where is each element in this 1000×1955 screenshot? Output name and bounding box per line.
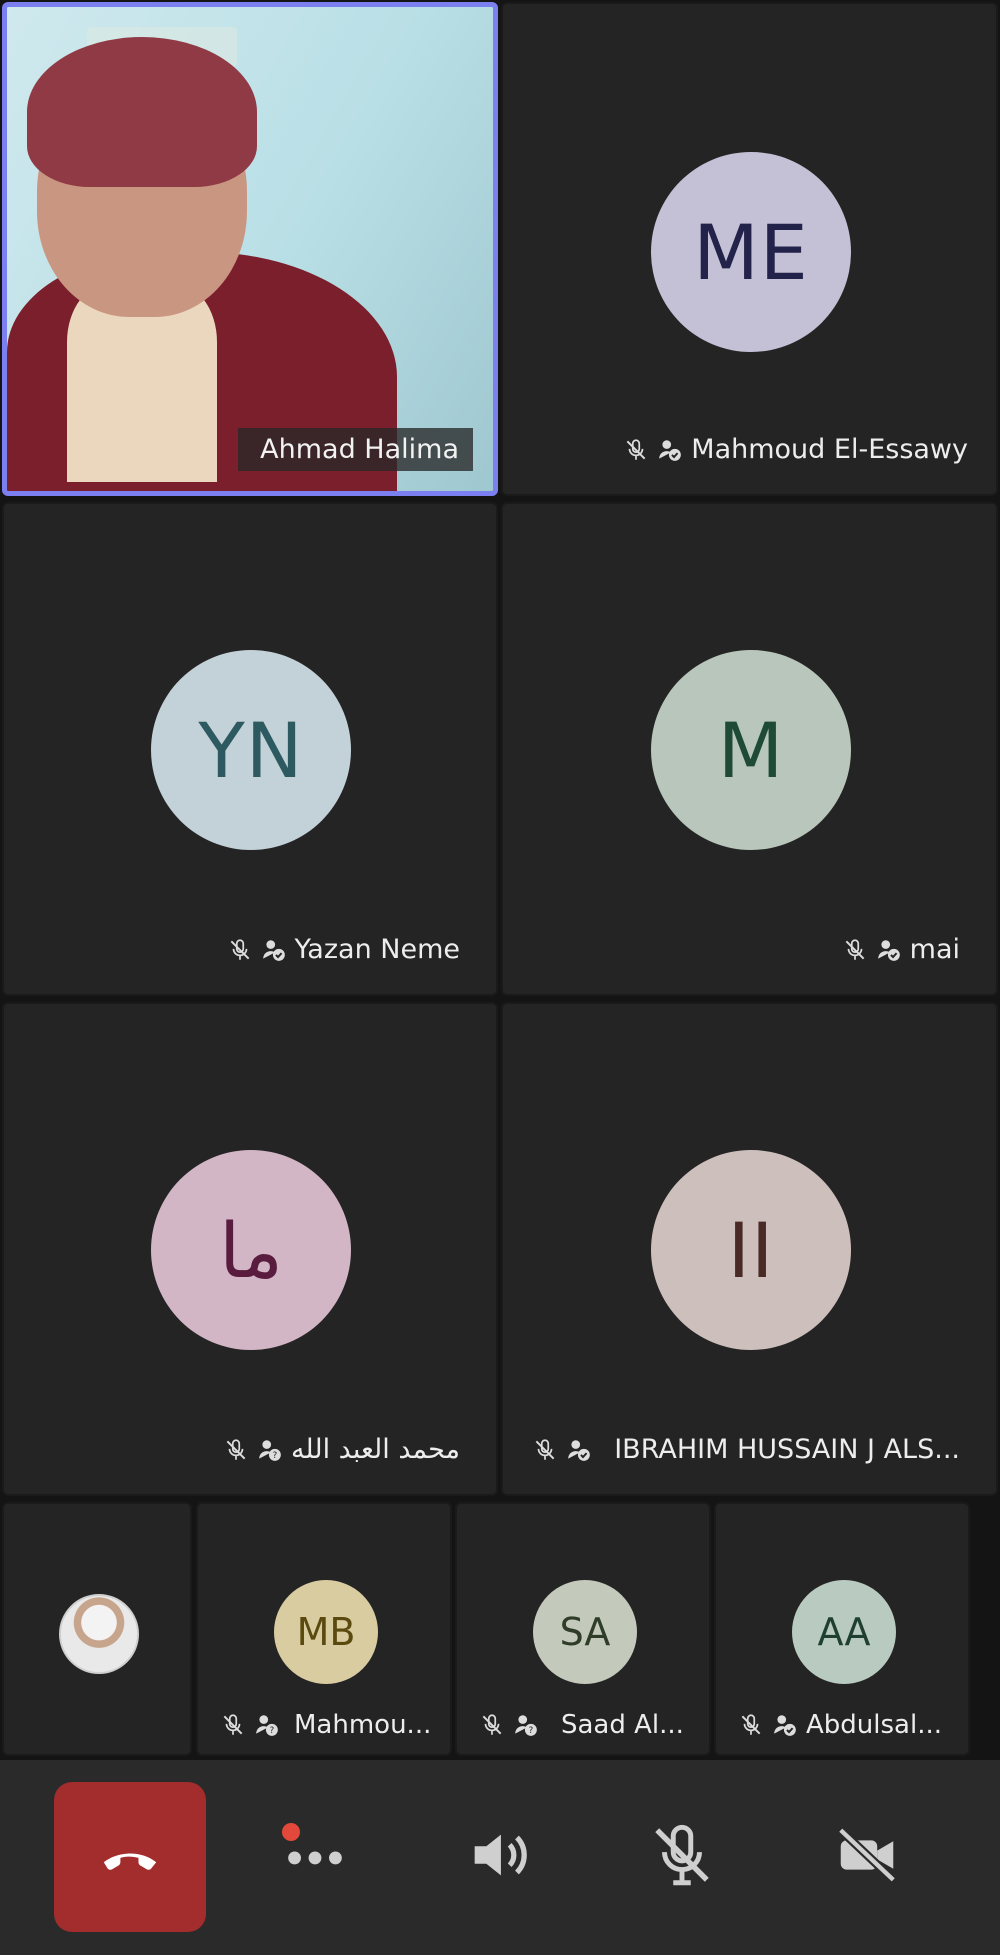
mic-off-icon	[223, 1437, 249, 1463]
verified-user-icon	[261, 937, 287, 963]
unverified-user-icon: ?	[257, 1437, 283, 1463]
participant-avatar: SA	[533, 1580, 637, 1684]
participant-tile[interactable]: YN Yazan Neme	[2, 502, 498, 996]
participant-avatar: II	[651, 1150, 851, 1350]
avatar-initials: SA	[559, 1610, 611, 1654]
microphone-button[interactable]	[606, 1782, 758, 1932]
video-person-headscarf	[27, 37, 257, 187]
meeting-stage: Ahmad Halima ME Mahmoud El-Essawy YN Yaz…	[0, 0, 1000, 1955]
participant-avatar: AA	[792, 1580, 896, 1684]
participant-avatar: MB	[274, 1580, 378, 1684]
svg-text:?: ?	[270, 1726, 275, 1736]
participant-name: محمد العبد الله	[290, 1434, 460, 1465]
participant-name-row: Mahmoud El-Essawy	[623, 434, 968, 465]
participant-tile-small[interactable]: AA Abdulsal...	[714, 1502, 970, 1756]
participant-name-row: Yazan Neme	[227, 934, 460, 965]
participant-tile[interactable]: ما ? محمد العبد الله	[2, 1002, 498, 1496]
participant-name: Saad Al...	[561, 1710, 684, 1740]
avatar-initials: II	[727, 1205, 775, 1295]
participant-tile-small[interactable]: SA ? Saad Al...	[455, 1502, 711, 1756]
participant-name-row: ? Mahmou...	[220, 1710, 431, 1740]
participant-name: IBRAHIM HUSSAIN J ALS...	[614, 1434, 960, 1465]
participant-name: Ahmad Halima	[260, 434, 459, 465]
participant-tile-small[interactable]: MB ? Mahmou...	[196, 1502, 452, 1756]
mic-off-icon	[532, 1437, 558, 1463]
participant-tile[interactable]: M mai	[501, 502, 998, 996]
participant-name: mai	[909, 934, 960, 965]
participant-avatar: YN	[151, 650, 351, 850]
participant-tile-video[interactable]: Ahmad Halima	[2, 2, 498, 496]
mic-off-icon	[842, 937, 868, 963]
speaker-icon	[463, 1820, 533, 1894]
avatar-initials: M	[717, 705, 785, 795]
participant-name-label: Ahmad Halima	[238, 428, 473, 480]
participant-avatar: ME	[651, 152, 851, 352]
mic-off-icon	[479, 1712, 505, 1738]
participant-avatar: ما	[151, 1150, 351, 1350]
participant-name-row: ? محمد العبد الله	[223, 1434, 460, 1465]
verified-user-icon	[657, 437, 683, 463]
more-icon	[280, 1820, 350, 1894]
participant-name: Mahmou...	[294, 1710, 432, 1740]
mic-off-icon	[220, 1712, 246, 1738]
participant-name-row: Abdulsal...	[738, 1710, 942, 1740]
end-call-button[interactable]	[54, 1782, 206, 1932]
mic-off-icon	[647, 1820, 717, 1894]
camera-button[interactable]	[791, 1782, 943, 1932]
participant-video	[7, 7, 493, 491]
participant-name: Abdulsal...	[806, 1710, 942, 1740]
participant-name: Yazan Neme	[294, 934, 460, 965]
svg-text:?: ?	[529, 1726, 534, 1736]
avatar-initials: AA	[817, 1610, 871, 1654]
participant-tile-small[interactable]	[2, 1502, 192, 1756]
participant-name-row: IBRAHIM HUSSAIN J ALS...	[532, 1434, 960, 1465]
participant-tile[interactable]: II IBRAHIM HUSSAIN J ALS...	[501, 1002, 998, 1496]
avatar-initials: ما	[219, 1205, 283, 1295]
mic-off-icon	[227, 937, 253, 963]
mic-off-icon	[738, 1712, 764, 1738]
speaker-button[interactable]	[422, 1782, 574, 1932]
unverified-user-icon: ?	[254, 1712, 280, 1738]
svg-text:?: ?	[273, 1451, 278, 1461]
verified-user-icon	[566, 1437, 592, 1463]
unverified-user-icon: ?	[513, 1712, 539, 1738]
participant-name-row: mai	[842, 934, 960, 965]
participant-name: Mahmoud El-Essawy	[691, 434, 968, 465]
participant-avatar: M	[651, 650, 851, 850]
participant-photo	[59, 1594, 139, 1674]
avatar-initials: ME	[693, 207, 809, 297]
participant-tile[interactable]: ME Mahmoud El-Essawy	[501, 2, 998, 496]
avatar-initials: MB	[296, 1610, 356, 1654]
mic-off-icon	[623, 437, 649, 463]
more-options-button[interactable]	[239, 1782, 391, 1932]
participant-name-row: ? Saad Al...	[479, 1710, 684, 1740]
camera-off-icon	[832, 1820, 902, 1894]
hang-up-icon	[95, 1820, 165, 1894]
verified-user-icon	[876, 937, 902, 963]
avatar-initials: YN	[198, 705, 304, 795]
verified-user-icon	[772, 1712, 798, 1738]
